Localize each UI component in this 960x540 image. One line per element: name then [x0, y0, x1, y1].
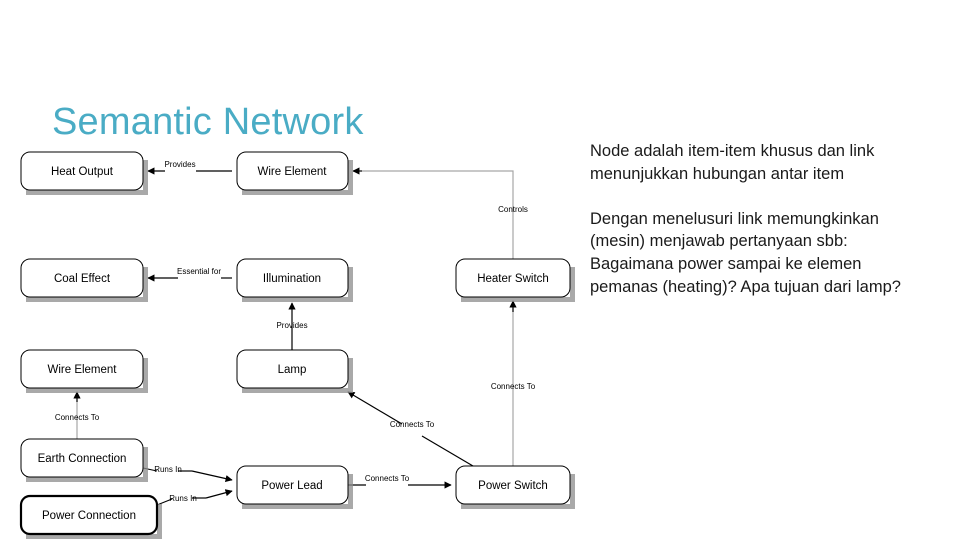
body-paragraph-2: Dengan menelusuri link memungkinkan (mes…	[590, 209, 901, 296]
node-label: Earth Connection	[38, 453, 127, 465]
node-label: Illumination	[263, 273, 321, 285]
edge-provides-lamp-to-illumination: Provides	[276, 302, 308, 350]
node-earth-connection[interactable]: Earth Connection	[20, 438, 148, 482]
edge-connects-switch-to-lamp: Connects To	[347, 391, 474, 467]
edge-label: Controls	[498, 205, 528, 214]
node-label: Wire Element	[257, 166, 327, 178]
body-text-block: Node adalah item-item khusus dan link me…	[590, 140, 930, 299]
edge-provides-wire-to-heat: Provides	[147, 160, 232, 175]
edge-runsin-powerconn-to-lead: Runs In	[156, 489, 233, 506]
node-label: Power Connection	[42, 510, 136, 522]
edge-label: Connects To	[390, 420, 435, 429]
edge-connects-switch-to-heater: Connects To	[491, 300, 536, 466]
edge-connects-earth-to-wire: Connects To	[55, 391, 100, 439]
node-power-connection[interactable]: Power Connection	[19, 494, 162, 539]
node-label: Power Switch	[478, 480, 548, 492]
node-coal-effect[interactable]: Coal Effect	[20, 258, 148, 302]
node-heat-output[interactable]: Heat Output	[20, 151, 148, 195]
edge-essential-illumination-to-coal: Essential for	[147, 267, 232, 282]
node-illumination[interactable]: Illumination	[236, 258, 353, 302]
edge-runsin-earth-to-lead: Runs In	[142, 465, 233, 483]
node-wire-element-top[interactable]: Wire Element	[236, 151, 353, 195]
edge-label: Connects To	[365, 474, 410, 483]
node-wire-element-mid[interactable]: Wire Element	[20, 349, 148, 393]
edge-label: Connects To	[491, 382, 536, 391]
edge-label: Runs In	[154, 465, 182, 474]
node-label: Lamp	[278, 364, 307, 376]
node-lamp[interactable]: Lamp	[236, 349, 353, 393]
edge-label: Essential for	[177, 267, 221, 276]
node-label: Heat Output	[51, 166, 114, 178]
slide-canvas: Semantic Network Provides Controls Essen…	[0, 0, 960, 540]
edge-connects-lead-to-switch: Connects To	[348, 474, 452, 489]
edge-label: Provides	[164, 160, 195, 169]
edge-label: Runs In	[169, 494, 197, 503]
edge-controls-heater-to-wire: Controls	[352, 167, 528, 259]
node-heater-switch[interactable]: Heater Switch	[455, 258, 575, 302]
edge-label: Provides	[276, 321, 307, 330]
node-label: Wire Element	[47, 364, 117, 376]
semantic-network-diagram: Provides Controls Essential for Provides	[0, 130, 600, 540]
node-label: Heater Switch	[477, 273, 549, 285]
node-power-switch[interactable]: Power Switch	[455, 465, 575, 509]
edge-label: Connects To	[55, 413, 100, 422]
node-label: Power Lead	[261, 480, 322, 492]
node-power-lead[interactable]: Power Lead	[236, 465, 353, 509]
node-label: Coal Effect	[54, 273, 111, 285]
body-paragraph-1: Node adalah item-item khusus dan link me…	[590, 142, 875, 183]
